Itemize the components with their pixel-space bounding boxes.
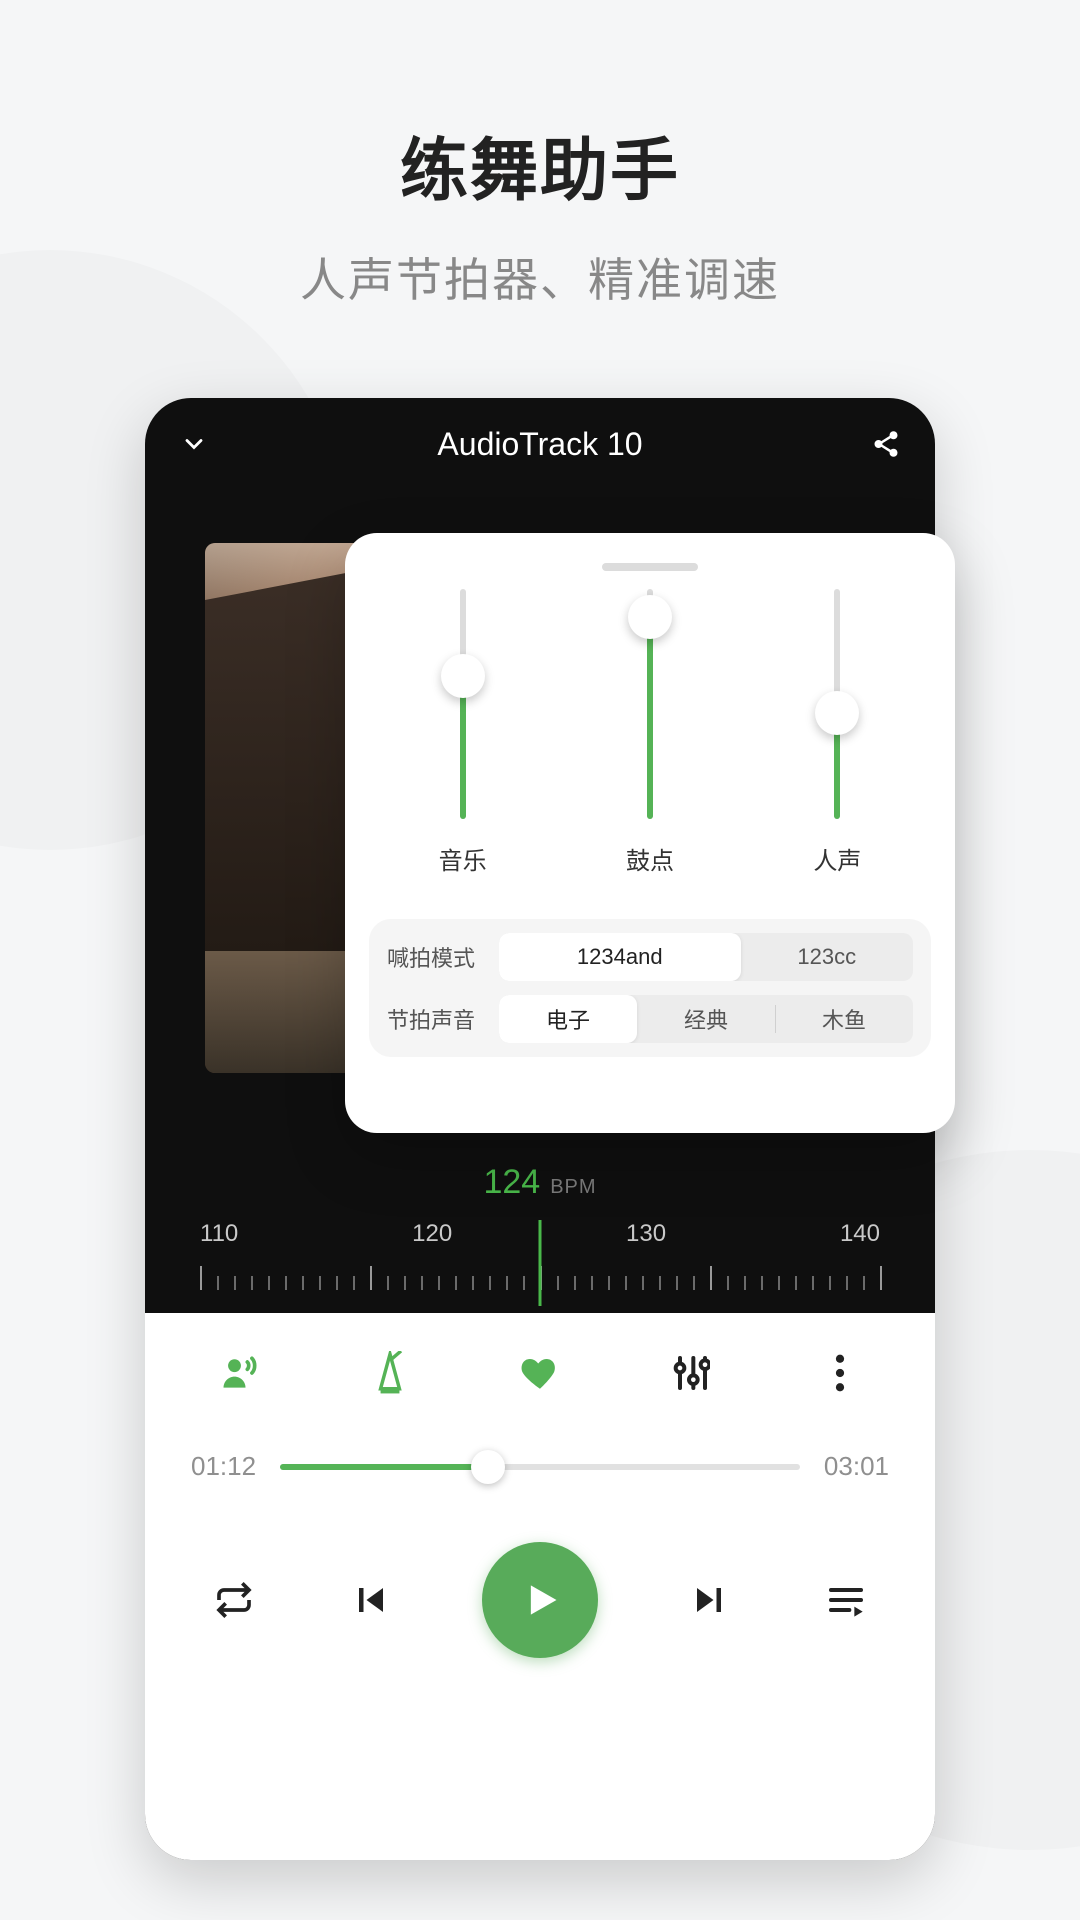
count-mode-label: 喊拍模式 [387, 941, 483, 973]
progress-row: 01:12 03:01 [145, 1451, 935, 1482]
metronome-icon[interactable] [364, 1347, 416, 1399]
slider-track[interactable] [834, 589, 840, 819]
mixer-sliders: 音乐 鼓点 人声 [369, 589, 931, 909]
promo-hero: 练舞助手 人声节拍器、精准调速 [0, 0, 1080, 310]
favorite-heart-icon[interactable] [514, 1347, 566, 1399]
share-icon[interactable] [869, 427, 903, 461]
bpm-ruler[interactable]: 110 120 130 140 [145, 1220, 935, 1300]
beat-sound-option[interactable]: 电子 [499, 995, 637, 1043]
collapse-chevron-icon[interactable] [177, 427, 211, 461]
slider-music: 音乐 [403, 589, 523, 909]
player-topbar: AudioTrack 10 [145, 398, 935, 490]
previous-button[interactable] [345, 1574, 397, 1626]
transport-controls [145, 1542, 935, 1658]
slider-thumb[interactable] [815, 691, 859, 735]
bpm-readout: 124 BPM [145, 1163, 935, 1202]
queue-button[interactable] [820, 1574, 872, 1626]
count-mode-segmented: 1234and 123cc [499, 933, 913, 981]
time-elapsed: 01:12 [191, 1451, 256, 1482]
ruler-label: 110 [200, 1220, 238, 1248]
count-mode-option[interactable]: 1234and [499, 933, 741, 981]
time-total: 03:01 [824, 1451, 889, 1482]
slider-fill [647, 617, 653, 819]
slider-track[interactable] [647, 589, 653, 819]
count-mode-row: 喊拍模式 1234and 123cc [387, 933, 913, 981]
ruler-cursor [539, 1220, 542, 1306]
slider-label: 人声 [813, 841, 861, 876]
beat-sound-segmented: 电子 经典 木鱼 [499, 995, 913, 1043]
slider-thumb[interactable] [628, 595, 672, 639]
beat-sound-row: 节拍声音 电子 经典 木鱼 [387, 995, 913, 1043]
more-menu-icon[interactable] [814, 1347, 866, 1399]
beat-sound-option[interactable]: 木鱼 [775, 995, 913, 1043]
hero-title: 练舞助手 [0, 115, 1080, 214]
controls-panel: 01:12 03:01 [145, 1313, 935, 1860]
slider-label: 鼓点 [626, 841, 674, 876]
ruler-label: 130 [626, 1220, 666, 1248]
slider-thumb[interactable] [441, 654, 485, 698]
slider-label: 音乐 [439, 841, 487, 876]
slider-voice: 人声 [777, 589, 897, 909]
ruler-label: 140 [840, 1220, 880, 1248]
beat-sound-label: 节拍声音 [387, 1003, 483, 1035]
progress-slider[interactable] [280, 1464, 800, 1470]
bpm-unit: BPM [550, 1176, 596, 1198]
slider-track[interactable] [460, 589, 466, 819]
repeat-button[interactable] [208, 1574, 260, 1626]
feature-icon-row [145, 1313, 935, 1433]
next-button[interactable] [683, 1574, 735, 1626]
bpm-value: 124 [483, 1163, 540, 1202]
segmented-group: 喊拍模式 1234and 123cc 节拍声音 电子 经典 木鱼 [369, 919, 931, 1057]
progress-thumb[interactable] [471, 1450, 505, 1484]
slider-beat: 鼓点 [590, 589, 710, 909]
track-title: AudioTrack 10 [437, 426, 642, 463]
beat-sound-option[interactable]: 经典 [637, 995, 775, 1043]
mixer-popup: 音乐 鼓点 人声 喊拍模式 1234and 123cc 节拍声音 [345, 533, 955, 1133]
drag-handle[interactable] [602, 563, 698, 571]
progress-fill [280, 1464, 488, 1470]
count-mode-option[interactable]: 123cc [741, 933, 914, 981]
voice-count-icon[interactable] [214, 1347, 266, 1399]
equalizer-icon[interactable] [664, 1347, 716, 1399]
ruler-label: 120 [412, 1220, 452, 1248]
play-button[interactable] [482, 1542, 598, 1658]
